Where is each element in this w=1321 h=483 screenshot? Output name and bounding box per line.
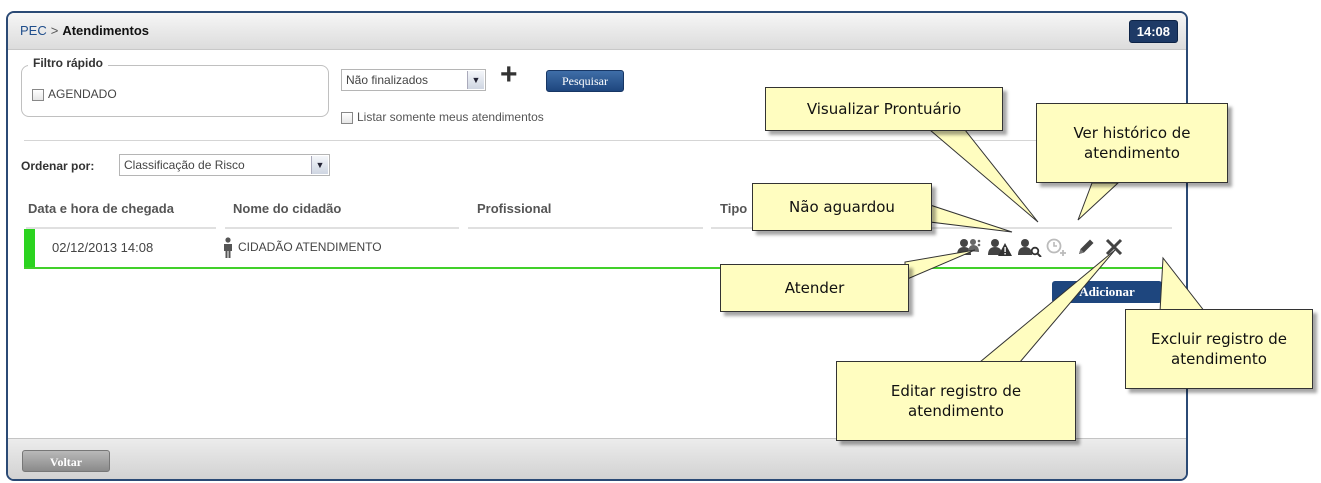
- pointer-visualizar: [928, 129, 1039, 223]
- callout-excluir-registro: Excluir registro de atendimento: [1125, 309, 1313, 389]
- callout-pointers: [904, 129, 1207, 363]
- pointer-atender: [904, 249, 976, 281]
- callout-nao-aguardou: Não aguardou: [752, 183, 932, 231]
- pointer-historico: [1077, 182, 1120, 221]
- pointer-nao-aguardou: [929, 204, 1013, 233]
- callout-editar-registro: Editar registro de atendimento: [836, 361, 1076, 441]
- callout-ver-historico: Ver histórico de atendimento: [1036, 103, 1228, 183]
- pointer-editar: [978, 249, 1116, 363]
- pointer-excluir: [1159, 256, 1207, 313]
- callout-atender: Atender: [720, 264, 909, 312]
- callout-visualizar-prontuario: Visualizar Prontuário: [765, 87, 1003, 131]
